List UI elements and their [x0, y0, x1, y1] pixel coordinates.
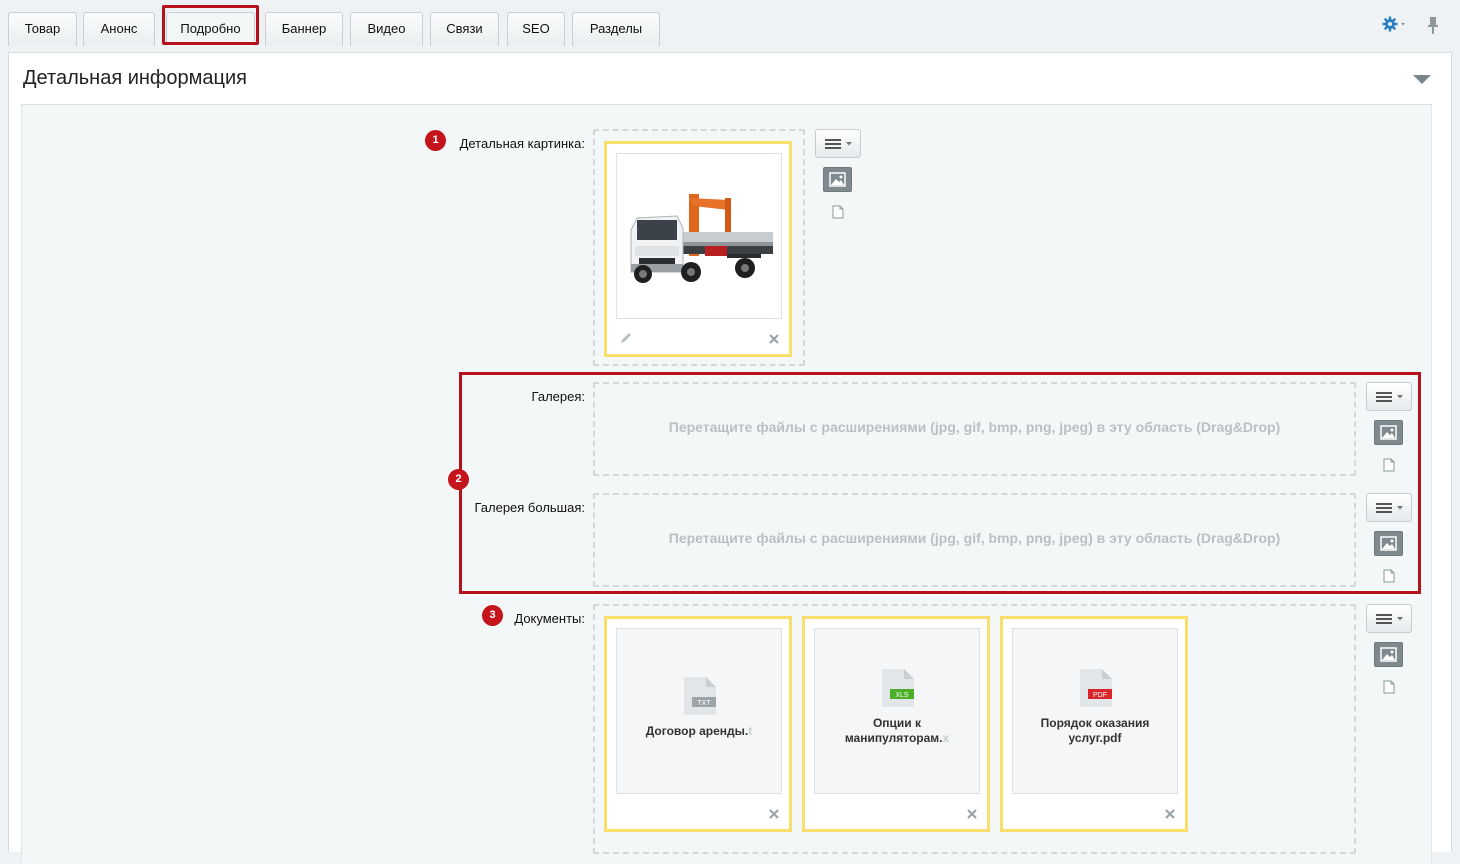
remove-close-icon[interactable] — [768, 808, 780, 820]
document-name: Опции к манипуляторам.x — [823, 716, 971, 746]
detail-picture-card — [604, 141, 792, 357]
gallery-drop-hint: Перетащите файлы с расширениями (jpg, gi… — [668, 419, 1281, 435]
document-name-main: Опции к манипуляторам. — [844, 716, 943, 745]
document-card: XLS Опции к манипуляторам.x — [802, 616, 990, 832]
pdf-ext-label: PDF — [1093, 692, 1107, 699]
txt-file-icon: TXT — [682, 677, 718, 715]
section-title: Детальная информация — [23, 67, 247, 89]
gallery-big-drop-hint: Перетащите файлы с расширениями (jpg, gi… — [668, 530, 1281, 546]
document-card: PDF Порядок оказания услуг.pdf — [1000, 616, 1188, 832]
documents-menu-button[interactable] — [1366, 604, 1412, 633]
gallery-label: Галерея: — [531, 389, 585, 404]
document-name: Порядок оказания услуг.pdf — [1021, 716, 1169, 746]
remove-close-icon[interactable] — [768, 333, 780, 345]
gallery-big-label: Галерея большая: — [474, 500, 585, 515]
tab-svyazi[interactable]: Связи — [430, 12, 499, 46]
tab-video[interactable]: Видео — [350, 12, 423, 46]
collapse-arrow-icon[interactable] — [1413, 75, 1431, 84]
edit-pencil-icon[interactable] — [619, 331, 633, 345]
documents-image-icon[interactable] — [1374, 642, 1403, 667]
gallery-big-file-icon[interactable] — [1383, 569, 1395, 583]
gallery-big-image-icon[interactable] — [1374, 531, 1403, 556]
document-preview: PDF Порядок оказания услуг.pdf — [1012, 628, 1178, 794]
gallery-big-dropzone[interactable]: Перетащите файлы с расширениями (jpg, gi… — [593, 493, 1356, 587]
txt-ext-label: TXT — [697, 700, 711, 707]
pdf-file-icon: PDF — [1078, 669, 1114, 707]
detail-picture-label: Детальная картинка: — [459, 136, 585, 151]
document-name-main: Договор аренды. — [645, 724, 749, 738]
document-name-fade: t — [748, 724, 753, 738]
gallery-file-icon[interactable] — [1383, 458, 1395, 472]
documents-label: Документы: — [514, 611, 585, 626]
tab-tovar[interactable]: Товар — [8, 12, 77, 46]
detail-picture-menu-button[interactable] — [815, 129, 861, 158]
document-name-fade: x — [942, 731, 950, 745]
detail-picture-image-icon[interactable] — [823, 167, 852, 192]
document-preview: TXT Договор аренды.t — [616, 628, 782, 794]
documents-file-icon[interactable] — [1383, 680, 1395, 694]
tab-seo[interactable]: SEO — [507, 12, 565, 46]
document-name-main: Порядок оказания услуг.pdf — [1040, 716, 1150, 745]
detail-picture-file-icon[interactable] — [832, 205, 844, 219]
tab-anons[interactable]: Анонс — [83, 12, 155, 46]
marker-badge-2: 2 — [448, 469, 469, 490]
tab-razdely[interactable]: Разделы — [572, 12, 660, 46]
gallery-image-icon[interactable] — [1374, 420, 1403, 445]
gallery-dropzone[interactable]: Перетащите файлы с расширениями (jpg, gi… — [593, 382, 1356, 476]
gallery-menu-button[interactable] — [1366, 382, 1412, 411]
remove-close-icon[interactable] — [1164, 808, 1176, 820]
xls-file-icon: XLS — [880, 669, 916, 707]
pin-icon[interactable] — [1426, 16, 1440, 36]
xls-ext-label: XLS — [895, 692, 909, 699]
active-tab-highlight — [162, 5, 259, 45]
gallery-big-menu-button[interactable] — [1366, 493, 1412, 522]
document-preview: XLS Опции к манипуляторам.x — [814, 628, 980, 794]
truck-image — [616, 153, 782, 319]
tab-bar: Товар Анонс Подробно Баннер Видео Связи … — [0, 0, 1460, 46]
document-name: Договор аренды.t — [625, 724, 773, 739]
remove-close-icon[interactable] — [966, 808, 978, 820]
document-card: TXT Договор аренды.t — [604, 616, 792, 832]
tab-banner[interactable]: Баннер — [265, 12, 343, 46]
settings-gear-icon[interactable] — [1382, 16, 1406, 37]
